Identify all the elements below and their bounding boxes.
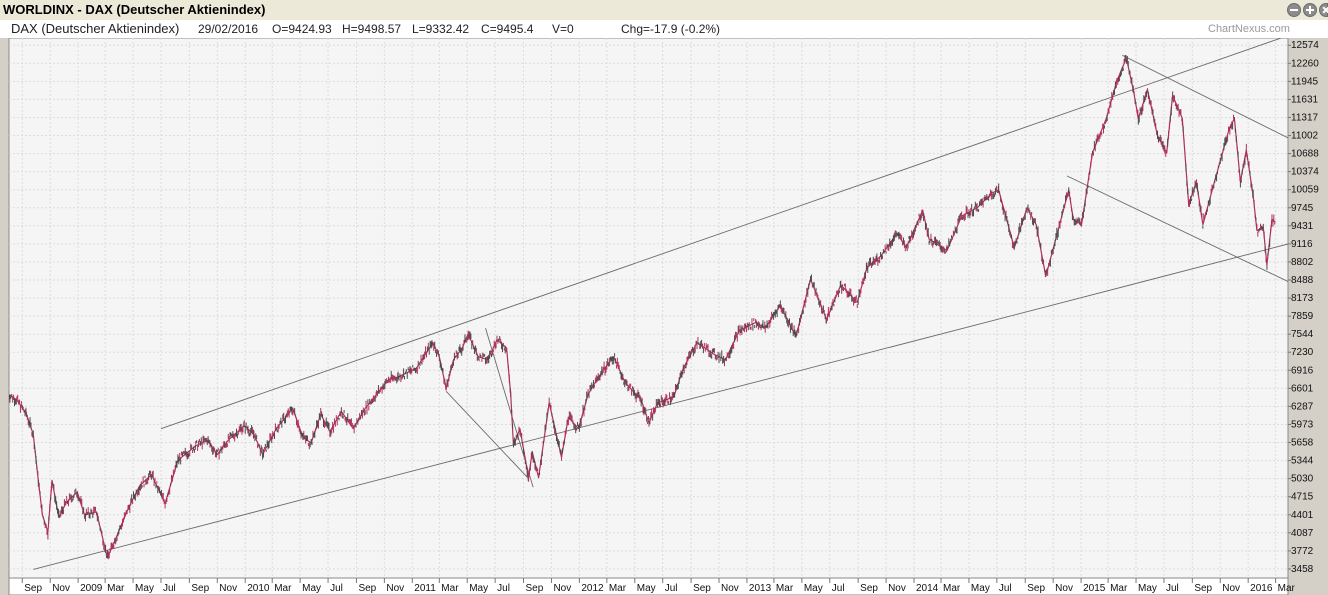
y-tick-label: 8802 [1291,257,1314,268]
close-icon[interactable] [1319,3,1328,17]
y-tick-label: 6916 [1291,365,1314,376]
x-tick-label: Sep [693,583,711,594]
y-tick-label: 3772 [1291,546,1314,557]
x-tick-label: Jul [163,583,176,594]
quote-low: L=9332.42 [412,22,470,36]
y-tick-label: 10374 [1291,167,1319,178]
x-tick-label: Jul [999,583,1012,594]
x-tick-label: May [1138,583,1157,594]
quote-change: Chg=-17.9 (-0.2%) [621,22,721,36]
x-tick-label: Sep [1027,583,1045,594]
x-tick-label: Mar [943,583,961,594]
y-axis: 3458 3772 4087 4401 4715 5030 5344 5658 5973 6287… [1288,40,1319,575]
x-tick-label: Jul [665,583,678,594]
quote-high: H=9498.57 [342,22,402,36]
y-tick-label: 11945 [1291,76,1319,87]
y-tick-label: 4715 [1291,492,1314,503]
x-tick-label: Sep [860,583,878,594]
x-tick-label: 2011 [414,583,436,594]
y-tick-label: 11317 [1291,112,1319,123]
y-tick-label: 5344 [1291,456,1314,467]
y-tick-label: 3458 [1291,564,1314,575]
plot-area [8,38,1289,579]
x-tick-label: Mar [274,583,292,594]
x-tick-label: May [469,583,488,594]
y-tick-label: 6287 [1291,401,1314,412]
x-tick-label: Mar [107,583,125,594]
x-tick-label: Mar [441,583,459,594]
y-tick-label: 11002 [1291,131,1319,142]
y-tick-label: 12260 [1291,58,1319,69]
x-tick-label: Nov [386,583,404,594]
x-tick-label: Mar [776,583,794,594]
x-tick-label: Sep [24,583,42,594]
y-tick-label: 11631 [1291,94,1319,105]
x-tick-label: Mar [609,583,627,594]
x-tick-label: May [302,583,321,594]
brand-watermark: ChartNexus.com [1208,23,1290,35]
quote-date: 29/02/2016 [198,22,259,36]
x-tick-label: 2015 [1083,583,1106,594]
price-chart[interactable]: 3458 3772 4087 4401 4715 5030 5344 5658 5973 6287… [0,38,1328,595]
y-tick-label: 7859 [1291,311,1314,322]
x-tick-label: May [971,583,990,594]
x-tick-label: 2013 [749,583,772,594]
x-tick-label: Mar [1110,583,1128,594]
y-tick-label: 6601 [1291,383,1314,394]
x-tick-label: Sep [191,583,209,594]
y-tick-label: 5658 [1291,438,1314,449]
x-tick-label: 2009 [80,583,103,594]
y-tick-label: 12574 [1291,40,1319,51]
x-tick-label: 2014 [916,583,939,594]
x-tick-label: May [637,583,656,594]
y-tick-label: 4087 [1291,528,1314,539]
y-tick-label: 5973 [1291,419,1314,430]
x-tick-label: 2012 [581,583,604,594]
x-tick-label: 2016 [1250,583,1273,594]
y-tick-label: 9116 [1291,239,1313,250]
y-tick-label: 8173 [1291,293,1314,304]
window-title: WORLDINX - DAX (Deutscher Aktienindex) [3,2,266,17]
x-tick-label: Jul [497,583,510,594]
x-tick-label: Nov [1055,583,1073,594]
x-tick-label: 2010 [247,583,270,594]
x-tick-label: Sep [526,583,544,594]
y-tick-label: 5030 [1291,474,1314,485]
y-tick-label: 4401 [1291,510,1314,521]
quote-volume: V=0 [552,22,574,36]
x-tick-label: Jul [832,583,845,594]
y-tick-label: 8488 [1291,275,1314,286]
x-tick-label: Sep [358,583,376,594]
y-tick-label: 10688 [1291,149,1319,160]
y-tick-label: 10059 [1291,185,1319,196]
maximize-icon[interactable] [1303,3,1317,17]
x-tick-label: Nov [553,583,571,594]
x-tick-label: Nov [52,583,70,594]
quote-open: O=9424.93 [272,22,332,36]
x-tick-label: Jul [1166,583,1179,594]
y-tick-label: 9745 [1291,203,1314,214]
x-tick-label: Nov [219,583,237,594]
x-tick-label: Nov [888,583,906,594]
quote-info-bar: DAX (Deutscher Aktienindex) 29/02/2016 O… [0,20,1328,38]
x-tick-label: Nov [1222,583,1240,594]
x-tick-label: May [804,583,823,594]
y-tick-label: 9431 [1291,221,1314,232]
quote-close: C=9495.4 [481,22,534,36]
minimize-icon[interactable] [1287,3,1301,17]
x-tick-label: Mar [1278,583,1296,594]
title-bar: WORLDINX - DAX (Deutscher Aktienindex) [0,0,1328,21]
y-tick-label: 7544 [1291,329,1314,340]
instrument-name: DAX (Deutscher Aktienindex) [11,21,180,36]
x-tick-label: May [135,583,154,594]
y-tick-label: 7230 [1291,347,1314,358]
x-tick-label: Jul [330,583,343,594]
x-axis: Sep Nov 2009 Mar May Jul Sep Nov 2010 Mar May Jul Se… [8,577,1296,595]
x-tick-label: Sep [1194,583,1212,594]
x-tick-label: Nov [721,583,739,594]
